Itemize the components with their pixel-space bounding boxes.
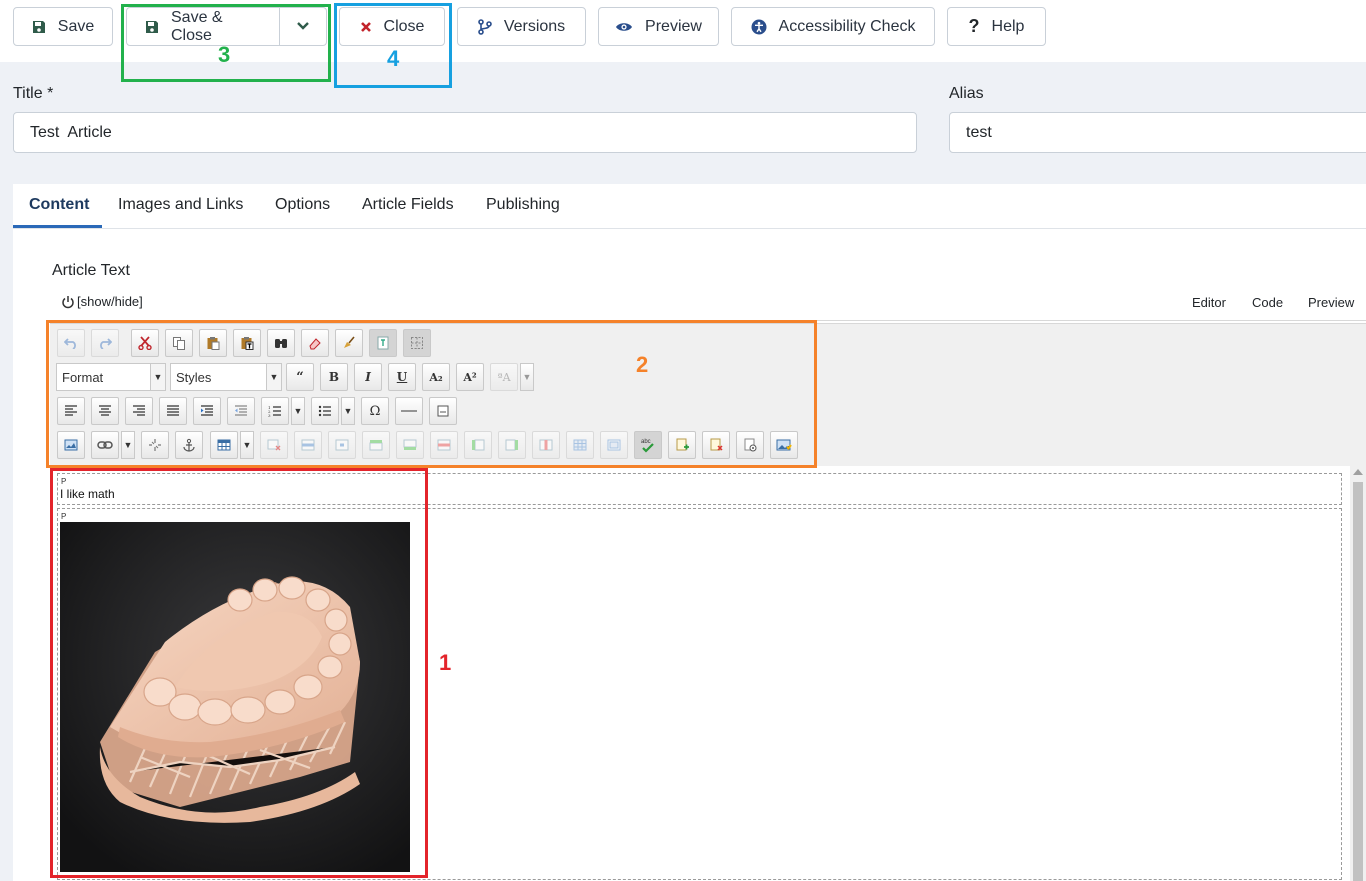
alias-field[interactable]: test [949, 112, 1366, 153]
branch-icon [478, 18, 492, 35]
article-text-label: Article Text [52, 262, 130, 279]
tab-article-fields[interactable]: Article Fields [362, 196, 454, 214]
scrollbar-thumb[interactable] [1353, 482, 1363, 881]
accessibility-check-button[interactable]: Accessibility Check [731, 7, 935, 46]
accessibility-button-label: Accessibility Check [778, 17, 916, 35]
save-button-label: Save [57, 17, 95, 35]
floppy-icon [32, 20, 46, 34]
annotation-number-1: 1 [439, 650, 452, 675]
editor-mode-editor[interactable]: Editor [1192, 295, 1226, 310]
annotation-number-4: 4 [387, 46, 400, 71]
accessibility-icon [751, 19, 767, 35]
tab-content[interactable]: Content [29, 196, 89, 214]
help-button[interactable]: ? Help [947, 7, 1046, 46]
eye-icon [615, 21, 633, 33]
show-hide-toggle[interactable]: [show/hide] [61, 294, 143, 309]
editor-scrollbar[interactable] [1350, 466, 1366, 881]
show-hide-label: [show/hide] [77, 294, 143, 309]
preview-button[interactable]: Preview [598, 7, 719, 46]
annotation-box-1 [50, 468, 428, 878]
editor-mode-preview[interactable]: Preview [1308, 295, 1354, 310]
tab-publishing[interactable]: Publishing [486, 196, 560, 214]
annotation-box-2 [46, 320, 817, 468]
title-field[interactable]: Test Article [13, 112, 917, 153]
save-button[interactable]: Save [13, 7, 113, 46]
alias-label: Alias [949, 85, 984, 102]
tab-options[interactable]: Options [275, 196, 330, 214]
tab-images-and-links[interactable]: Images and Links [118, 196, 243, 214]
versions-button[interactable]: Versions [457, 7, 586, 46]
alias-field-value: test [966, 123, 992, 141]
annotation-number-3: 3 [218, 42, 231, 67]
preview-button-label: Preview [645, 17, 702, 35]
versions-button-label: Versions [503, 17, 566, 35]
title-label: Title * [13, 85, 54, 102]
editor-mode-code[interactable]: Code [1252, 295, 1283, 310]
tab-bar: Content Images and Links Options Article… [13, 184, 1366, 229]
active-tab-indicator [13, 225, 102, 228]
annotation-number-2: 2 [636, 352, 649, 377]
scroll-up-icon[interactable] [1353, 469, 1363, 475]
help-button-label: Help [991, 17, 1025, 35]
title-field-value: Test Article [30, 123, 112, 141]
power-icon [61, 295, 75, 309]
question-icon: ? [968, 16, 980, 36]
